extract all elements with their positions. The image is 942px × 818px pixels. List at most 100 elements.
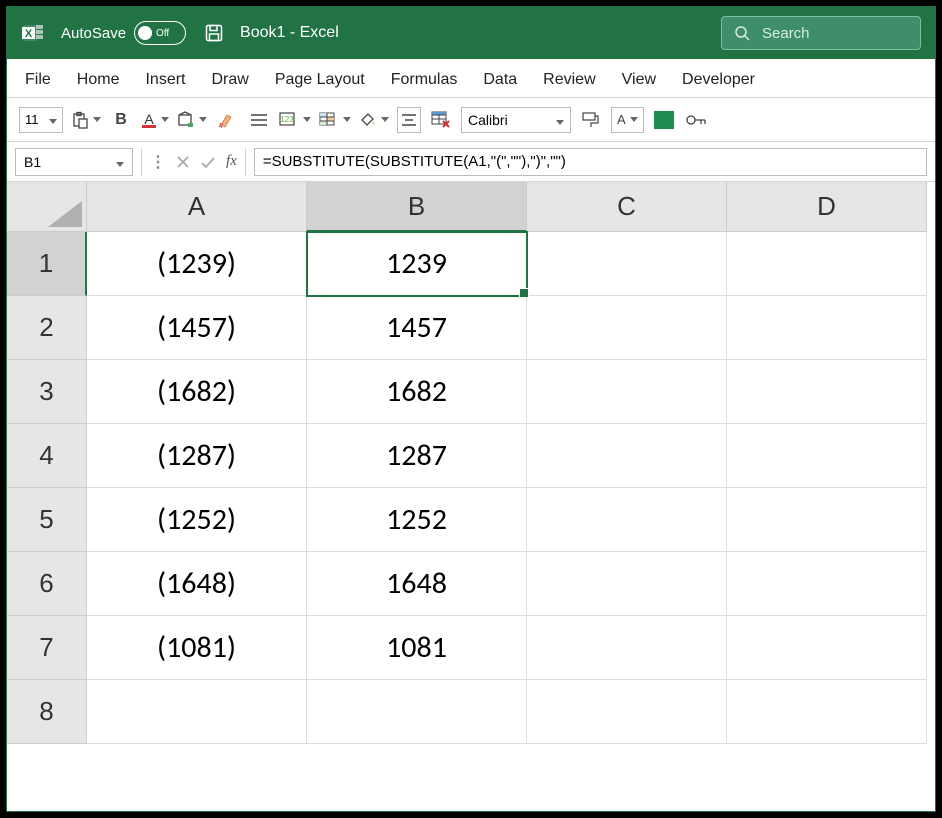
chevron-down-icon (552, 112, 564, 128)
font-size-select[interactable]: 11 (19, 107, 63, 133)
paste-icon[interactable] (71, 107, 101, 133)
save-icon[interactable] (202, 20, 226, 46)
cell-style-button[interactable]: A (611, 107, 644, 133)
cell-A7[interactable]: (1081) (87, 616, 307, 680)
tab-view[interactable]: View (622, 71, 656, 89)
paint-bucket-button[interactable] (359, 107, 389, 133)
chevron-down-icon (112, 154, 124, 170)
formula-text: =SUBSTITUTE(SUBSTITUTE(A1,"(",""),")",""… (263, 153, 566, 170)
row-header-6[interactable]: 6 (7, 552, 87, 616)
tab-insert[interactable]: Insert (145, 71, 185, 89)
tab-file[interactable]: File (25, 71, 51, 89)
bold-button[interactable]: B (109, 107, 133, 133)
cell-C8[interactable] (527, 680, 727, 744)
cell-A2[interactable]: (1457) (87, 296, 307, 360)
formula-bar[interactable]: =SUBSTITUTE(SUBSTITUTE(A1,"(",""),")",""… (254, 148, 927, 176)
fx-icon[interactable]: fx (226, 153, 237, 170)
cell-D1[interactable] (727, 232, 927, 296)
row-header-2[interactable]: 2 (7, 296, 87, 360)
cell-A5[interactable]: (1252) (87, 488, 307, 552)
cell-D5[interactable] (727, 488, 927, 552)
center-align-button[interactable] (397, 107, 421, 133)
key-tips-button[interactable] (684, 107, 708, 133)
svg-text:X: X (25, 28, 33, 40)
cell-C5[interactable] (527, 488, 727, 552)
cell-D4[interactable] (727, 424, 927, 488)
row-header-5[interactable]: 5 (7, 488, 87, 552)
cell-B5[interactable]: 1252 (307, 488, 527, 552)
cell-A4[interactable]: (1287) (87, 424, 307, 488)
cell-A1[interactable]: (1239) (87, 232, 307, 296)
tab-draw[interactable]: Draw (211, 71, 248, 89)
ribbon-tabs: File Home Insert Draw Page Layout Formul… (7, 59, 935, 98)
tab-data[interactable]: Data (483, 71, 517, 89)
autosave-toggle[interactable]: Off (134, 21, 186, 45)
col-header-A[interactable]: A (87, 182, 307, 232)
cell-C6[interactable] (527, 552, 727, 616)
titlebar: X AutoSave Off Book1 - Excel Search (7, 7, 935, 59)
cancel-icon[interactable] (176, 155, 190, 169)
theme-color-button[interactable] (652, 107, 676, 133)
a-label: A (617, 112, 626, 127)
row-header-7[interactable]: 7 (7, 616, 87, 680)
cell-C7[interactable] (527, 616, 727, 680)
tab-developer[interactable]: Developer (682, 71, 755, 89)
cell-B3[interactable]: 1682 (307, 360, 527, 424)
align-button[interactable] (247, 107, 271, 133)
row-header-4[interactable]: 4 (7, 424, 87, 488)
cell-D6[interactable] (727, 552, 927, 616)
autosave-control[interactable]: AutoSave Off (61, 21, 186, 45)
enter-icon[interactable] (200, 155, 216, 169)
conditional-format-button[interactable] (319, 107, 351, 133)
cell-B2[interactable]: 1457 (307, 296, 527, 360)
font-size-value: 11 (25, 112, 39, 127)
cell-C3[interactable] (527, 360, 727, 424)
cell-D2[interactable] (727, 296, 927, 360)
col-header-D[interactable]: D (727, 182, 927, 232)
tab-page-layout[interactable]: Page Layout (275, 71, 365, 89)
fill-color-button[interactable] (177, 107, 207, 133)
col-header-C[interactable]: C (527, 182, 727, 232)
svg-text:123: 123 (280, 115, 294, 124)
format-painter-button[interactable] (579, 107, 603, 133)
toggle-state: Off (156, 28, 169, 39)
cell-D7[interactable] (727, 616, 927, 680)
tab-formulas[interactable]: Formulas (391, 71, 458, 89)
font-color-button[interactable]: A (141, 107, 169, 133)
cell-A8[interactable] (87, 680, 307, 744)
toolbar: 11 B A 123 (7, 98, 935, 142)
row-header-8[interactable]: 8 (7, 680, 87, 744)
tab-review[interactable]: Review (543, 71, 595, 89)
cell-D3[interactable] (727, 360, 927, 424)
select-all-corner[interactable] (7, 182, 87, 232)
name-box[interactable]: B1 (15, 148, 133, 176)
cell-B4[interactable]: 1287 (307, 424, 527, 488)
row-header-3[interactable]: 3 (7, 360, 87, 424)
tab-home[interactable]: Home (77, 71, 120, 89)
font-name-select[interactable]: Calibri (461, 107, 571, 133)
cell-A3[interactable]: (1682) (87, 360, 307, 424)
cell-B6[interactable]: 1648 (307, 552, 527, 616)
formula-row: B1 ⋮ fx =SUBSTITUTE(SUBSTITUTE(A1,"(",""… (7, 142, 935, 182)
cell-B8[interactable] (307, 680, 527, 744)
cell-A6[interactable]: (1648) (87, 552, 307, 616)
col-header-B[interactable]: B (307, 182, 527, 232)
cell-B1[interactable]: 1239 (307, 232, 527, 296)
delete-table-button[interactable] (429, 107, 453, 133)
cell-C2[interactable] (527, 296, 727, 360)
dots-icon[interactable]: ⋮ (150, 152, 166, 172)
cell-C4[interactable] (527, 424, 727, 488)
row-header-1[interactable]: 1 (7, 232, 87, 296)
number-format-button[interactable]: 123 (279, 107, 311, 133)
cell-B7[interactable]: 1081 (307, 616, 527, 680)
clear-format-button[interactable] (215, 107, 239, 133)
cell-D8[interactable] (727, 680, 927, 744)
name-box-value: B1 (24, 154, 41, 170)
spreadsheet-grid[interactable]: A B C D 1 (1239) 1239 2 (1457) 1457 3 (1… (7, 182, 935, 744)
cell-C1[interactable] (527, 232, 727, 296)
excel-window: X AutoSave Off Book1 - Excel Search File… (6, 6, 936, 812)
search-box[interactable]: Search (721, 16, 921, 50)
search-icon (734, 25, 750, 41)
font-name-value: Calibri (468, 112, 508, 128)
autosave-label: AutoSave (61, 25, 126, 42)
